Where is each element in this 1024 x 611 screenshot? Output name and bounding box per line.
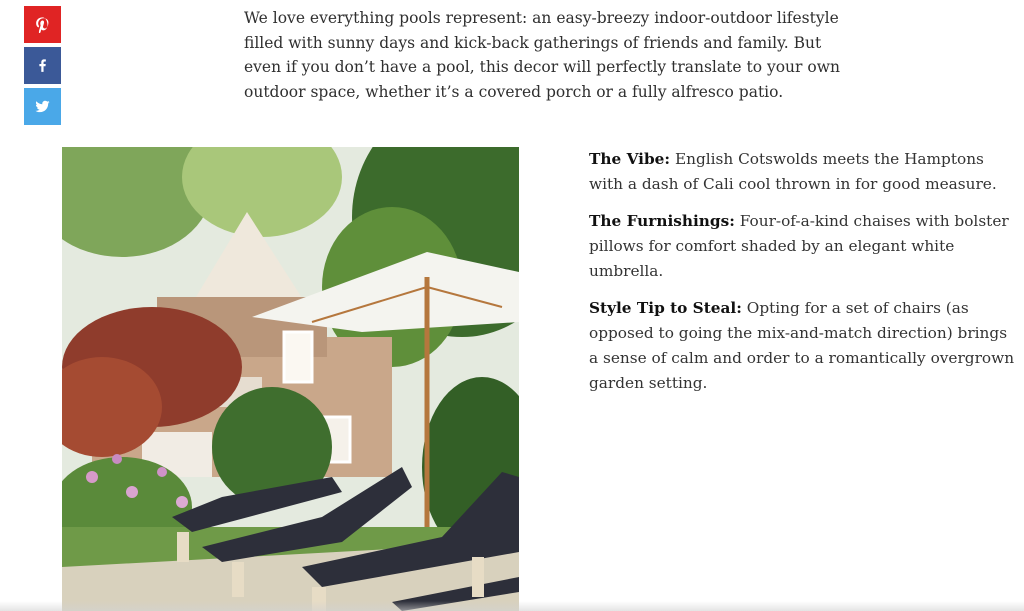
detail-vibe: The Vibe: English Cotswolds meets the Ha… [589,147,1019,197]
pinterest-icon [36,17,49,33]
garden-patio-photo [62,147,519,611]
detail-style-tip: Style Tip to Steal: Opting for a set of … [589,296,1019,396]
pinterest-share-button[interactable] [24,6,61,43]
detail-style-tip-label: Style Tip to Steal: [589,299,742,317]
bottom-edge-shadow [0,601,1024,611]
detail-furnishings-label: The Furnishings: [589,212,735,230]
detail-vibe-label: The Vibe: [589,150,671,168]
social-share-bar [24,6,61,129]
facebook-icon [39,59,46,72]
style-details: The Vibe: English Cotswolds meets the Ha… [589,147,1019,408]
facebook-share-button[interactable] [24,47,61,84]
twitter-share-button[interactable] [24,88,61,125]
detail-furnishings: The Furnishings: Four-of-a-kind chaises … [589,209,1019,284]
twitter-icon [35,100,50,113]
article-intro-paragraph: We love everything pools represent: an e… [244,9,840,101]
